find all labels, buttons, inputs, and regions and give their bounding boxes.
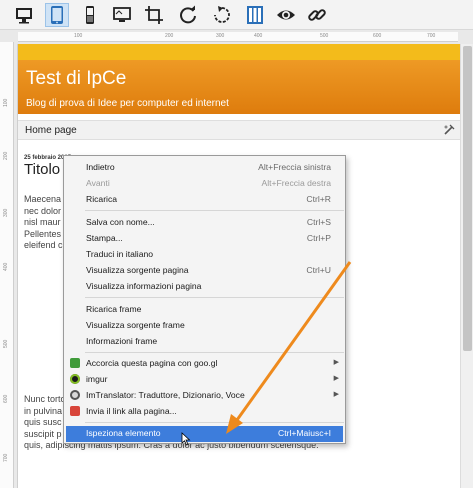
ruler-tick: 600 (373, 33, 382, 39)
link-icon (308, 9, 326, 21)
ruler-tick: 500 (320, 33, 329, 39)
eye-icon (277, 10, 295, 20)
desktop-view-button[interactable] (12, 3, 36, 27)
menu-item-shortcut: Ctrl+R (306, 194, 331, 204)
menu-item-label: Visualizza informazioni pagina (86, 281, 202, 291)
ruler-tick: 700 (427, 33, 436, 39)
menu-item-back[interactable]: Indietro Alt+Freccia sinistra (66, 160, 343, 175)
context-menu: Indietro Alt+Freccia sinistra Avanti Alt… (63, 155, 346, 444)
menu-item-shortcut: Ctrl+P (306, 233, 331, 243)
ruler-tick: 400 (3, 262, 9, 271)
menu-item-label: Avanti (86, 178, 110, 188)
ruler-tick: 400 (254, 33, 263, 39)
columns-button[interactable] (243, 3, 267, 27)
ruler-tick: 500 (3, 339, 9, 348)
desktop-icon (16, 8, 32, 24)
menu-item-label: Ispeziona elemento (86, 428, 161, 438)
menu-item-shortcut: Ctrl+S (306, 217, 331, 227)
menu-item-forward: Avanti Alt+Freccia destra (66, 176, 343, 191)
ruler-tick: 100 (3, 98, 9, 107)
home-page-link[interactable]: Home page (25, 125, 77, 136)
menu-item-label: Visualizza sorgente pagina (86, 265, 189, 275)
ruler-tick: 200 (3, 151, 9, 160)
blog-title[interactable]: Test di IpCe (26, 68, 126, 90)
tablet-view-button[interactable] (45, 3, 69, 27)
ruler-tick: 200 (165, 33, 174, 39)
tablet-icon (51, 6, 63, 24)
ruler-tick: 700 (3, 453, 9, 462)
ruler-tick: 300 (3, 208, 9, 217)
post-title[interactable]: Titolo (24, 161, 60, 178)
menu-item-translate[interactable]: Traduci in italiano (66, 247, 343, 262)
menu-separator (85, 210, 344, 211)
nav-bar: Home page (18, 120, 460, 140)
menu-item-label: imgur (86, 374, 108, 384)
menu-item-label: Stampa... (86, 233, 123, 243)
send-link-icon (70, 406, 80, 416)
scrollbar-thumb[interactable] (463, 46, 472, 351)
monitor-icon (113, 7, 131, 22)
vertical-ruler: 100 200 300 400 500 600 700 (0, 42, 14, 488)
menu-item-label: Salva con nome... (86, 217, 155, 227)
menu-item-view-frame-source[interactable]: Visualizza sorgente frame (66, 318, 343, 333)
blog-header: Test di IpCe Blog di prova di Idee per c… (18, 60, 460, 114)
rotate-icon (214, 6, 230, 23)
menu-item-shorten-googl[interactable]: Accorcia questa pagina con goo.gl ▶ (66, 356, 343, 371)
vertical-scrollbar[interactable] (460, 44, 473, 488)
menu-item-imtranslator[interactable]: ImTranslator: Traduttore, Dizionario, Vo… (66, 388, 343, 403)
columns-icon (247, 6, 263, 24)
ruler-tick: 600 (3, 394, 9, 403)
emulator-toolbar (0, 0, 473, 30)
menu-separator (85, 352, 344, 353)
monitor-view-button[interactable] (110, 3, 134, 27)
menu-item-label: ImTranslator: Traduttore, Dizionario, Vo… (86, 390, 245, 400)
googl-icon (70, 358, 80, 368)
menu-item-label: Accorcia questa pagina con goo.gl (86, 358, 218, 368)
menu-item-reload-frame[interactable]: Ricarica frame (66, 302, 343, 317)
menu-item-label: Traduci in italiano (86, 249, 154, 259)
menu-item-frame-info[interactable]: Informazioni frame (66, 334, 343, 349)
menu-item-shortcut: Ctrl+U (306, 265, 331, 275)
ruler-tick: 300 (216, 33, 225, 39)
imtranslator-icon (70, 390, 80, 400)
edit-tools-icon[interactable] (443, 124, 455, 136)
menu-item-label: Invia il link alla pagina... (86, 406, 177, 416)
menu-item-label: Ricarica (86, 194, 118, 204)
menu-separator (85, 422, 344, 423)
phone-icon (86, 6, 94, 24)
submenu-arrow-icon: ▶ (333, 391, 339, 398)
submenu-arrow-icon: ▶ (333, 375, 339, 382)
menu-item-reload[interactable]: Ricarica Ctrl+R (66, 192, 343, 207)
menu-item-page-info[interactable]: Visualizza informazioni pagina (66, 279, 343, 294)
menu-item-shortcut: Alt+Freccia destra (261, 178, 332, 188)
menu-item-send-link[interactable]: Invia il link alla pagina... (66, 404, 343, 419)
top-band (18, 44, 460, 60)
menu-item-print[interactable]: Stampa... Ctrl+P (66, 231, 343, 246)
menu-item-save-as[interactable]: Salva con nome... Ctrl+S (66, 215, 343, 230)
menu-item-label: Indietro (86, 162, 115, 172)
ruler-tick: 100 (74, 33, 83, 39)
submenu-arrow-icon: ▶ (333, 359, 339, 366)
link-button[interactable] (305, 3, 329, 27)
preview-button[interactable] (274, 3, 298, 27)
menu-item-inspect-element[interactable]: Ispeziona elemento Ctrl+Maiusc+I (66, 426, 343, 442)
rotate-button[interactable] (210, 3, 234, 27)
menu-item-label: Visualizza sorgente frame (86, 320, 185, 330)
menu-item-imgur[interactable]: imgur ▶ (66, 372, 343, 387)
menu-item-shortcut: Alt+Freccia sinistra (258, 162, 331, 172)
menu-separator (85, 297, 344, 298)
imgur-icon (70, 374, 80, 384)
crop-icon (145, 6, 163, 24)
menu-item-view-source[interactable]: Visualizza sorgente pagina Ctrl+U (66, 263, 343, 278)
menu-item-label: Ricarica frame (86, 304, 142, 314)
horizontal-ruler: 100 200 300 400 500 600 700 (18, 32, 458, 42)
refresh-button[interactable] (176, 3, 200, 27)
menu-item-shortcut: Ctrl+Maiusc+I (277, 428, 331, 438)
crop-button[interactable] (142, 3, 166, 27)
refresh-icon (180, 5, 196, 24)
mouse-cursor-icon (181, 432, 191, 446)
phone-view-button[interactable] (78, 3, 102, 27)
blog-subtitle: Blog di prova di Idee per computer ed in… (26, 98, 229, 109)
menu-item-label: Informazioni frame (86, 336, 158, 346)
